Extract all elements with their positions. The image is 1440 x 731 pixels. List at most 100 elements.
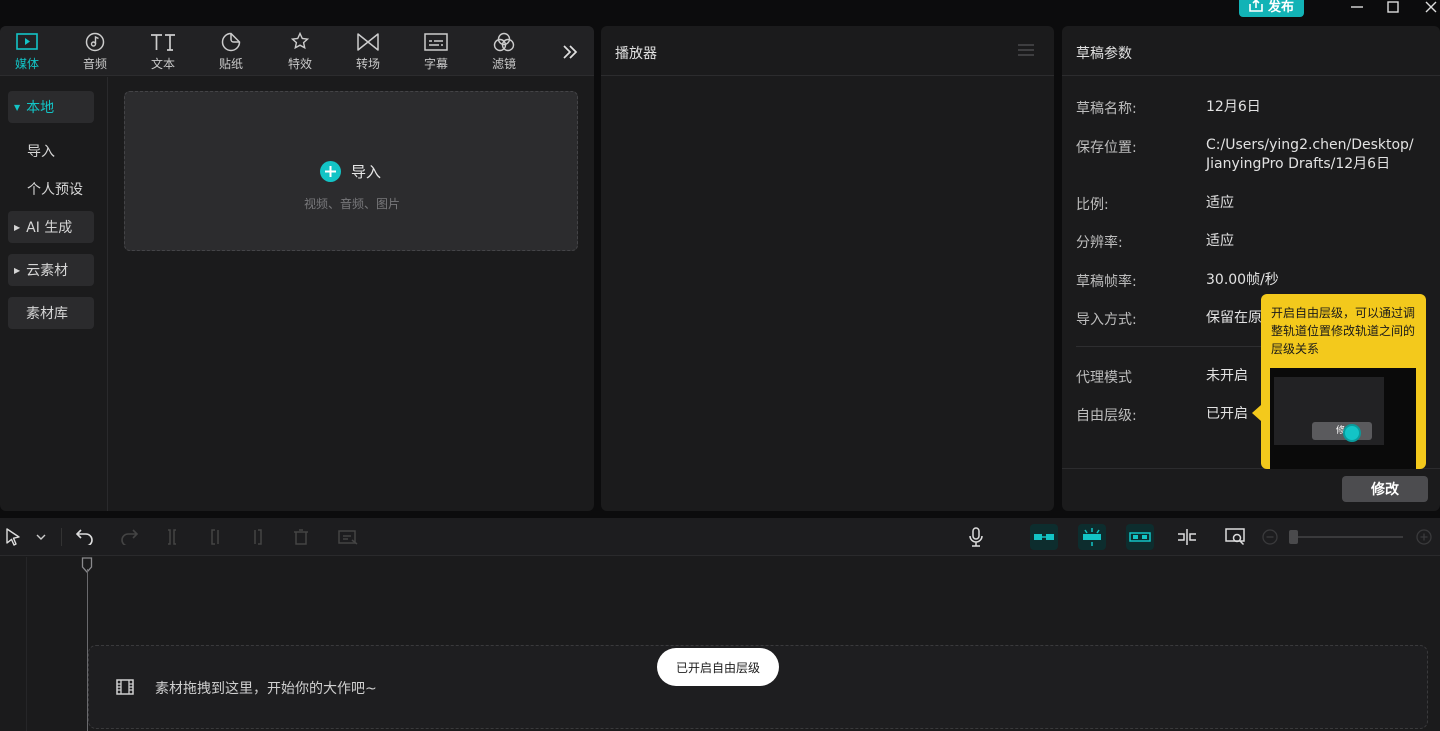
- plus-icon: [320, 161, 341, 182]
- fullscreen-preview-button[interactable]: [1225, 527, 1247, 547]
- preview-axis-button[interactable]: [1176, 527, 1198, 547]
- tab-text[interactable]: 文本: [141, 31, 185, 73]
- zoom-in-button[interactable]: [1413, 527, 1435, 547]
- auto-snap-button[interactable]: [1078, 524, 1106, 550]
- param-value-import-mode: 保留在原: [1206, 310, 1262, 326]
- sidebar-item-local[interactable]: ▼ 本地: [8, 91, 94, 123]
- magnet-link-icon: [1034, 534, 1054, 540]
- preview-button: 修: [1312, 422, 1372, 440]
- more-tabs-button[interactable]: [562, 44, 578, 60]
- modify-button[interactable]: 修改: [1342, 476, 1428, 502]
- sidebar-item-cloud-label: 云素材: [26, 263, 69, 279]
- redo-button[interactable]: [118, 527, 140, 547]
- param-label-location: 保存位置:: [1076, 140, 1137, 156]
- split-button[interactable]: [161, 527, 183, 547]
- media-panel: 媒体 音频 文本 贴纸 特效 转场 字幕 滤镜 ▼ 本地 导入 个人预设 ▶ A…: [0, 26, 594, 511]
- minimize-button[interactable]: [1346, 0, 1368, 14]
- maximize-button[interactable]: [1382, 0, 1404, 14]
- screen-zoom-icon: [1225, 528, 1245, 546]
- record-voice-button[interactable]: [965, 527, 987, 547]
- delete-button[interactable]: [290, 527, 312, 547]
- tab-audio[interactable]: 音频: [73, 31, 117, 73]
- sidebar-item-ai[interactable]: ▶ AI 生成: [8, 211, 94, 243]
- param-label-free-layer: 自由层级:: [1076, 408, 1137, 424]
- param-label-name: 草稿名称:: [1076, 101, 1137, 117]
- zoom-out-icon: [1262, 529, 1278, 545]
- zoom-slider-handle[interactable]: [1289, 530, 1298, 544]
- draft-params-footer: 修改: [1062, 468, 1440, 511]
- player-title: 播放器: [615, 46, 657, 62]
- tab-sticker[interactable]: 贴纸: [209, 31, 253, 73]
- toolbar-divider: [61, 528, 62, 546]
- audio-icon: [85, 32, 105, 52]
- draft-params-title: 草稿参数: [1076, 46, 1132, 62]
- sidebar-item-library-label: 素材库: [26, 306, 68, 322]
- param-value-resolution: 适应: [1206, 233, 1234, 249]
- sidebar-item-import[interactable]: 导入: [27, 141, 55, 161]
- preview-axis-icon: [1178, 529, 1196, 545]
- timeline-tracks[interactable]: 素材拖拽到这里，开始你的大作吧~ 已开启自由层级: [0, 557, 1440, 731]
- sticker-icon: [221, 32, 241, 52]
- tab-filter-label: 滤镜: [491, 57, 516, 71]
- player-menu-button[interactable]: [1018, 43, 1034, 57]
- filter-icon: [493, 32, 515, 52]
- player-header: 播放器: [601, 26, 1054, 76]
- snap-icon: [1083, 528, 1101, 546]
- publish-button[interactable]: 发布: [1239, 0, 1304, 17]
- tab-caption[interactable]: 字幕: [414, 31, 458, 73]
- sidebar-item-preset[interactable]: 个人预设: [27, 179, 83, 199]
- tab-caption-label: 字幕: [423, 57, 448, 71]
- linkage-button[interactable]: [1126, 524, 1154, 550]
- tab-sticker-label: 贴纸: [218, 57, 243, 71]
- param-label-framerate: 草稿帧率:: [1076, 274, 1137, 290]
- undo-icon: [76, 529, 93, 545]
- trim-right-button[interactable]: [246, 527, 268, 547]
- caret-right-icon: ▶: [14, 222, 21, 232]
- marker-button[interactable]: [337, 527, 359, 547]
- param-value-location-line2: JianyingPro Drafts/12月6日: [1206, 156, 1391, 172]
- tab-audio-label: 音频: [82, 57, 107, 71]
- minimize-icon: [1351, 6, 1363, 8]
- zoom-out-button[interactable]: [1259, 527, 1281, 547]
- select-tool-dropdown[interactable]: [30, 527, 52, 547]
- microphone-icon: [969, 527, 983, 547]
- maximize-icon: [1387, 1, 1399, 13]
- import-label: 导入: [351, 163, 382, 181]
- close-button[interactable]: [1420, 0, 1440, 14]
- zoom-in-icon: [1416, 529, 1432, 545]
- player-panel: 播放器: [601, 26, 1054, 511]
- caret-right-icon: ▶: [14, 265, 21, 275]
- param-label-resolution: 分辨率:: [1076, 235, 1123, 251]
- chevron-down-icon: [36, 534, 46, 540]
- tab-transition[interactable]: 转场: [346, 31, 390, 73]
- text-icon: [151, 34, 175, 51]
- main-track-magnet-button[interactable]: [1030, 524, 1058, 550]
- trim-left-button[interactable]: [205, 527, 227, 547]
- effects-icon: [290, 32, 310, 50]
- link-icon: [1129, 532, 1151, 542]
- toast-message: 已开启自由层级: [657, 648, 779, 686]
- param-value-free-layer: 已开启: [1206, 406, 1248, 422]
- drop-hint: 素材拖拽到这里，开始你的大作吧~: [155, 681, 377, 697]
- zoom-slider-track[interactable]: [1291, 536, 1403, 538]
- redo-icon: [121, 529, 138, 545]
- double-chevron-right-icon: [563, 45, 578, 59]
- tab-effects[interactable]: 特效: [278, 31, 322, 73]
- tab-media[interactable]: 媒体: [5, 31, 49, 73]
- import-button[interactable]: 导入: [320, 161, 381, 182]
- param-value-location-line1: C:/Users/ying2.chen/Desktop/: [1206, 137, 1414, 153]
- undo-button[interactable]: [74, 527, 96, 547]
- sidebar-item-cloud[interactable]: ▶ 云素材: [8, 254, 94, 286]
- tab-filter[interactable]: 滤镜: [482, 31, 526, 73]
- timeline-toolbar: [0, 518, 1440, 556]
- sidebar-item-library[interactable]: 素材库: [8, 297, 94, 329]
- param-value-name: 12月6日: [1206, 99, 1261, 115]
- param-label-import-mode: 导入方式:: [1076, 312, 1137, 328]
- import-dropzone[interactable]: 导入 视频、音频、图片: [124, 91, 578, 251]
- select-tool-button[interactable]: [2, 527, 24, 547]
- tab-effects-label: 特效: [287, 57, 312, 71]
- close-icon: [1425, 1, 1437, 13]
- free-layer-tooltip: 开启自由层级，可以通过调整轨道位置修改轨道之间的层级关系 修: [1261, 294, 1426, 469]
- menu-icon: [1018, 44, 1034, 56]
- param-value-proxy: 未开启: [1206, 368, 1248, 384]
